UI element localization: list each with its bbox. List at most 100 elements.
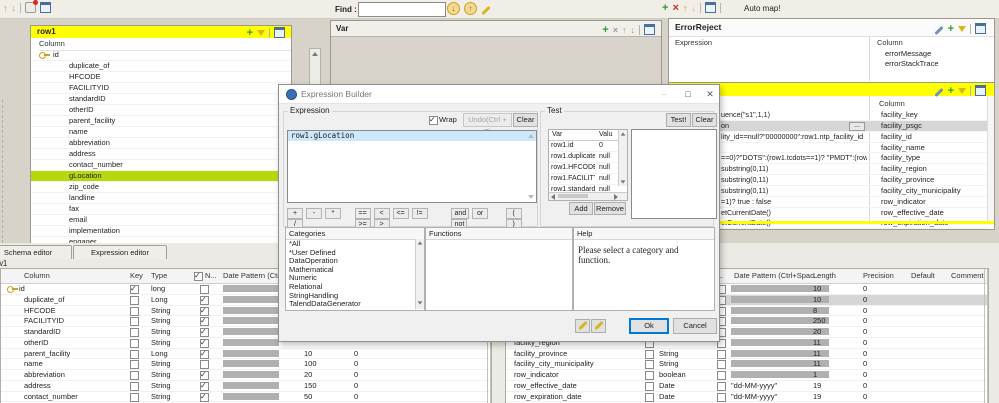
operator-button[interactable]: !=	[411, 208, 428, 219]
output-scroll-track[interactable]	[987, 96, 994, 221]
expression-cell[interactable]: substring(0,11)	[721, 186, 867, 196]
key-checkbox[interactable]	[130, 371, 139, 380]
nullable-checkbox[interactable]	[200, 338, 209, 348]
auto-map-button[interactable]: Auto map!	[744, 4, 780, 13]
add-button[interactable]: Add	[569, 202, 593, 215]
export-expression-button[interactable]	[591, 319, 606, 333]
nullable-checkbox[interactable]	[200, 285, 209, 294]
nullable-checkbox[interactable]	[717, 360, 726, 370]
operator-button[interactable]: ==	[354, 208, 371, 219]
categories-scrollbar[interactable]	[415, 239, 424, 309]
minimize-button[interactable]: –	[657, 88, 671, 100]
key-checkbox[interactable]	[130, 295, 139, 305]
key-checkbox[interactable]	[645, 360, 654, 370]
var-table-hscroll[interactable]	[549, 192, 627, 200]
plus-icon[interactable]: +	[662, 2, 668, 13]
schema-row[interactable]: row_indicator boolean 1 0	[506, 370, 988, 381]
schema-row[interactable]: facility_city_municipality String 11 0	[506, 359, 988, 370]
operator-button[interactable]: or	[472, 208, 489, 219]
window-icon[interactable]	[975, 85, 986, 96]
input-column-row[interactable]: otherID	[31, 105, 291, 116]
input-column-row[interactable]: zip_code	[31, 182, 291, 193]
nullable-checkbox[interactable]	[717, 392, 726, 402]
nullable-checkbox[interactable]	[200, 295, 209, 305]
test-var-table[interactable]: Var Valu row1.id0row1.duplicate...nullro…	[548, 129, 628, 201]
input-column-row[interactable]: contact_number	[31, 160, 291, 171]
nullable-checkbox[interactable]	[200, 316, 209, 327]
operator-button[interactable]: -	[306, 208, 322, 219]
error-row[interactable]: errorMessage	[669, 49, 994, 59]
expression-cell[interactable]: lity_id==null?"00000000":row1.ntp_facili…	[721, 132, 867, 142]
close-button[interactable]: ✕	[703, 88, 717, 100]
error-row[interactable]: errorStackTrace	[669, 59, 994, 69]
operator-button[interactable]: *	[325, 208, 341, 219]
tab-schema-editor[interactable]: Schema editor	[0, 245, 72, 259]
add-col-icon[interactable]: +	[247, 27, 253, 38]
expression-textarea[interactable]: row1.gLocation	[287, 130, 537, 203]
nullable-checkbox[interactable]	[200, 360, 209, 370]
expression-cell[interactable]: etCurrentDate()	[721, 208, 867, 218]
circle-down-icon[interactable]: ↓	[447, 2, 460, 15]
funnel-icon[interactable]	[958, 25, 966, 32]
nullable-checkbox[interactable]	[717, 349, 726, 359]
key-checkbox[interactable]	[130, 284, 139, 294]
window-icon[interactable]	[274, 27, 285, 38]
window-icon[interactable]	[975, 23, 986, 34]
key-checkbox[interactable]	[130, 381, 139, 391]
expression-cell[interactable]: on	[721, 121, 867, 131]
key-checkbox[interactable]	[130, 392, 139, 402]
ok-button[interactable]: Ok	[629, 318, 669, 334]
import-expression-button[interactable]	[575, 319, 590, 333]
input-column-row[interactable]: FACILITYID	[31, 83, 291, 94]
key-checkbox[interactable]	[645, 349, 654, 359]
var-hscroll-thumb[interactable]	[558, 194, 588, 198]
clear-expression-button[interactable]: Clear	[513, 113, 538, 127]
expression-cell[interactable]: substring(0,11)	[721, 164, 867, 174]
key-checkbox[interactable]	[130, 306, 139, 316]
expression-cell[interactable]: substring(0,11)	[721, 175, 867, 185]
schema-row[interactable]: address String 150 0	[1, 381, 491, 392]
key-checkbox[interactable]	[645, 392, 654, 402]
ellipsis-button[interactable]: ...	[849, 121, 865, 131]
input-column-row[interactable]: gLocation	[31, 171, 291, 182]
nullable-checkbox[interactable]	[200, 392, 209, 402]
cancel-button[interactable]: Cancel	[673, 318, 717, 334]
expression-cell[interactable]: uence("s1",1,1)	[721, 110, 867, 120]
key-checkbox[interactable]	[130, 360, 139, 370]
var-scroll-right[interactable]	[614, 194, 618, 200]
wrap-checkbox[interactable]	[429, 115, 438, 125]
find-input[interactable]	[358, 2, 446, 17]
textarea-scroll-up[interactable]	[528, 134, 534, 138]
test-button[interactable]: Test!	[666, 113, 691, 127]
funnel-icon[interactable]	[257, 29, 265, 36]
schema-row[interactable]: row_expiration_date Date "dd-MM-yyyy" 19 0	[506, 392, 988, 403]
input-column-row[interactable]: fax	[31, 204, 291, 215]
nullable-checkbox[interactable]	[717, 381, 726, 391]
tab-expression-editor[interactable]: Expression editor	[73, 245, 167, 259]
input-column-row[interactable]: implementation	[31, 226, 291, 237]
input-column-row[interactable]: name	[31, 127, 291, 138]
funnel-icon[interactable]	[958, 87, 966, 94]
var-row[interactable]: row1.duplicate... null	[549, 152, 627, 163]
window-icon[interactable]	[704, 2, 716, 13]
operator-button[interactable]: <=	[392, 208, 409, 219]
add-col-icon[interactable]: +	[948, 23, 954, 34]
maximize-button[interactable]: □	[681, 88, 695, 100]
window-icon[interactable]	[40, 2, 51, 13]
input-column-row[interactable]: abbreviation	[31, 138, 291, 149]
nullable-checkbox[interactable]	[200, 306, 209, 316]
input-column-row[interactable]: parent_facility	[31, 116, 291, 127]
pencil-icon[interactable]	[481, 5, 491, 16]
nullable-checkbox[interactable]	[200, 349, 209, 359]
schema-row[interactable]: parent_facility Long 10 0	[1, 349, 491, 360]
down-gold-icon[interactable]: ↓	[691, 3, 696, 13]
var-row[interactable]: row1.HFCODE null	[549, 163, 627, 174]
add-col-icon[interactable]: +	[948, 85, 954, 96]
scroll-up-arrow[interactable]	[312, 52, 318, 56]
header-nullable-checkbox[interactable]	[194, 271, 203, 281]
operator-button[interactable]: (	[505, 208, 522, 219]
dice-icon[interactable]	[25, 0, 38, 13]
input-column-row[interactable]: HFCODE	[31, 72, 291, 83]
cat-scroll-up[interactable]	[417, 241, 423, 245]
input-column-row[interactable]: id	[31, 50, 291, 61]
